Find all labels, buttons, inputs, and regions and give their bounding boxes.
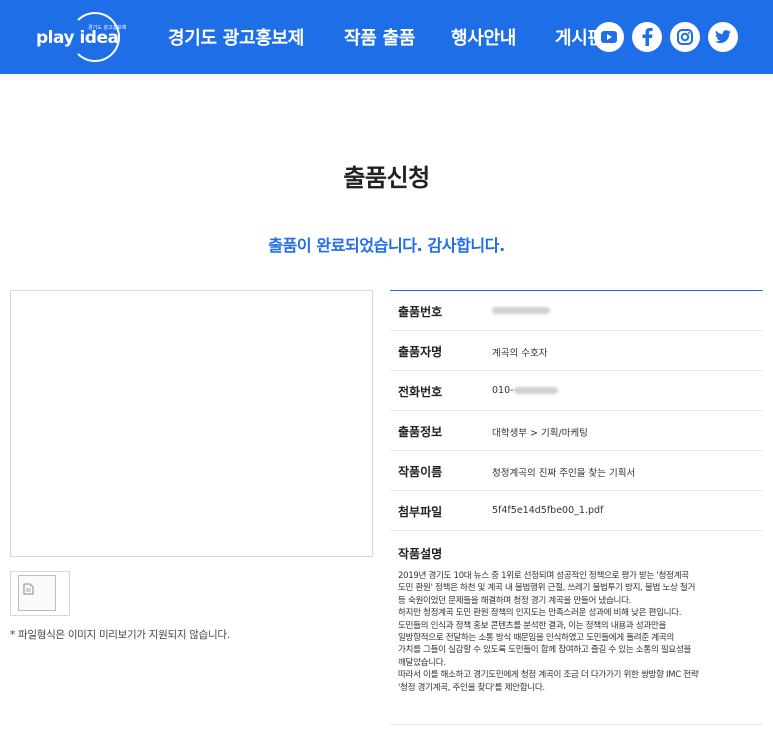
image-preview-area	[10, 290, 373, 557]
thumbnail-frame	[18, 575, 56, 611]
phone-prefix: 010-	[492, 385, 514, 396]
submission-info-label: 출품정보	[398, 425, 443, 439]
play-idea-logo[interactable]: 경기도 광고홍보제 play idea	[36, 12, 126, 62]
file-thumbnail[interactable]	[10, 571, 70, 616]
description-line: 하지만 청정계곡 도민 환원 정책의 인지도는 만족스러운 성과에 비해 낮은 …	[398, 608, 682, 619]
description-line: 깨달았습니다.	[398, 657, 446, 668]
row-attachment: 첨부파일 5f4f5e14d5fbe00_1.pdf	[390, 491, 763, 531]
row-submission-number: 출품번호	[390, 291, 763, 331]
description-text: 2019년 경기도 10대 뉴스 중 1위로 선정되며 성공적인 정책으로 평가…	[398, 570, 755, 694]
submission-number-value	[492, 305, 550, 316]
page-title: 출품신청	[343, 164, 430, 192]
phone-value: 010-	[492, 385, 558, 396]
submitter-name-label: 출품자명	[398, 345, 443, 359]
row-phone: 전화번호 010-	[390, 371, 763, 411]
row-description: 작품설명 2019년 경기도 10대 뉴스 중 1위로 선정되며 성공적인 정책…	[390, 531, 763, 725]
row-submission-info: 출품정보 대학생부 > 기획/마케팅	[390, 411, 763, 451]
nav-item-submission[interactable]: 작품 출품	[344, 24, 415, 50]
instagram-icon[interactable]	[670, 22, 700, 52]
nav-item-festival[interactable]: 경기도 광고홍보제	[168, 24, 304, 50]
row-work-title: 작품이름 청정계곡의 진짜 주인을 찾는 기획서	[390, 451, 763, 491]
completion-message: 출품이 완료되었습니다. 감사합니다.	[268, 236, 505, 255]
redacted-text	[492, 307, 550, 314]
submitter-name-value: 계곡의 수호자	[492, 348, 548, 359]
description-line: 2019년 경기도 10대 뉴스 중 1위로 선정되며 성공적인 정책으로 평가…	[398, 571, 689, 581]
attachment-label: 첨부파일	[398, 505, 443, 519]
youtube-icon[interactable]	[594, 22, 624, 52]
row-submitter-name: 출품자명 계곡의 수호자	[390, 331, 763, 371]
description-line: 도민 환원' 정책은 하천 및 계곡 내 불법행위 근절, 쓰레기 불법투기 방…	[398, 583, 696, 594]
phone-label: 전화번호	[398, 385, 443, 399]
nav-item-event-info[interactable]: 행사안내	[451, 24, 516, 50]
facebook-icon[interactable]	[632, 22, 662, 52]
redacted-text	[513, 387, 558, 394]
top-header: 경기도 광고홍보제 play idea 경기도 광고홍보제 작품 출품 행사안내…	[0, 0, 773, 74]
twitter-icon[interactable]	[708, 22, 738, 52]
description-line: 일방향적으로 전달하는 소통 방식 때문임을 인식하였고 도민들에게 돌려준 계…	[398, 633, 674, 644]
description-line: '청정 경기계곡, 주인을 찾다'를 제안합니다.	[398, 682, 545, 693]
work-title-label: 작품이름	[398, 465, 443, 479]
document-icon	[23, 580, 35, 599]
file-format-note: * 파일형식은 이미지 미리보기가 지원되지 않습니다.	[10, 629, 230, 641]
attachment-link[interactable]: 5f4f5e14d5fbe00_1.pdf	[492, 505, 603, 516]
logo-text: play idea	[36, 28, 119, 48]
description-line: 따라서 이를 해소하고 경기도민에게 청정 계곡이 조금 더 다가가기 위한 쌍…	[398, 670, 699, 681]
work-title-value: 청정계곡의 진짜 주인을 찾는 기획서	[492, 468, 636, 479]
submission-info-table: 출품번호 출품자명 계곡의 수호자 전화번호 010- 출품정보 대학생부 > …	[390, 290, 763, 725]
submission-number-label: 출품번호	[398, 305, 443, 319]
description-label: 작품설명	[398, 547, 443, 561]
submission-info-value: 대학생부 > 기획/마케팅	[492, 428, 588, 439]
description-line: 가치를 그들이 실감할 수 있도록 도민들이 함께 참여하고 즐길 수 있는 소…	[398, 645, 692, 656]
description-line: 도민들의 인식과 정책 홍보 콘텐츠를 분석한 결과, 이는 정책의 내용과 성…	[398, 620, 667, 631]
description-line: 등 숙원이었던 문제들을 해결하며 청정 경기 계곡을 만들어 냈습니다.	[398, 595, 632, 606]
